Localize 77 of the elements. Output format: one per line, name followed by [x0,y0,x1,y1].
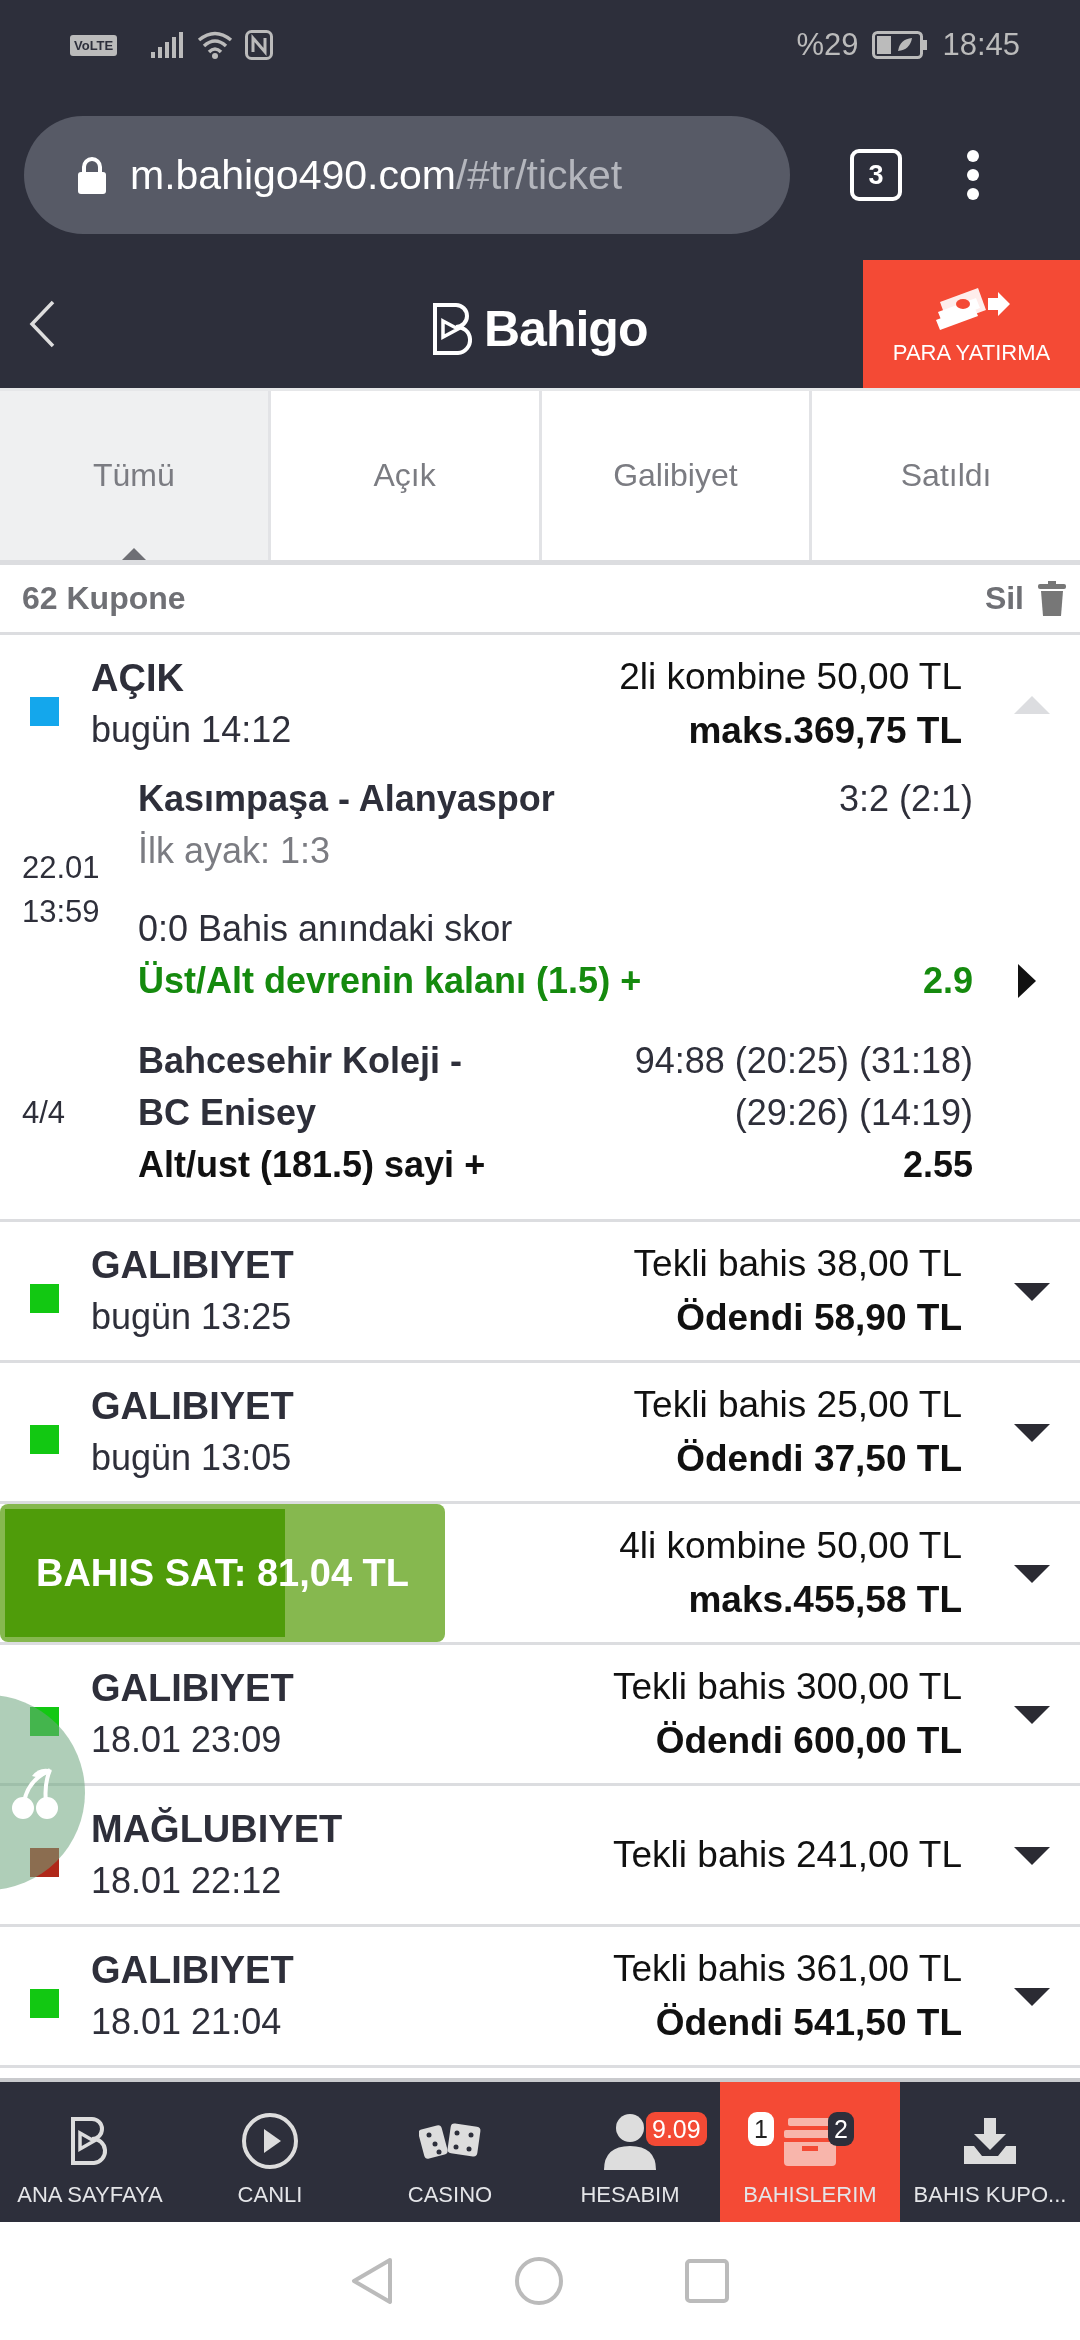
battery-icon [872,31,929,59]
tab-count-button[interactable]: 3 [850,149,902,201]
ticket-payout: Ödendi 600,00 TL [655,1719,962,1763]
nav-tab[interactable]: 9.09 HESABIM [540,2082,720,2222]
trash-icon [1038,580,1066,617]
first-leg-note: İlk ayak: 1:3 [138,829,332,873]
clock: 18:45 [942,27,1020,63]
caret-icon[interactable] [1014,1704,1050,1724]
ticket-payout: Ödendi 58,90 TL [676,1296,962,1340]
ticket-stake: Tekli bahis 361,00 TL [613,1947,962,1991]
back-icon[interactable] [28,299,56,349]
balance-badge: 9.09 [646,2112,707,2146]
address-bar[interactable]: m.bahigo490.com/#tr/ticket [24,116,790,234]
odds-value: 2.55 [902,1143,973,1187]
match-teams: Bahcesehir Koleji - BC Enisey [138,1039,464,1135]
ticket-payout: maks.369,75 TL [688,709,962,753]
ticket-payout: Ödendi 37,50 TL [676,1437,962,1481]
caret-icon[interactable] [1014,1422,1050,1442]
ticket-stake: 2li kombine 50,00 TL [619,655,962,699]
nav-tab[interactable]: ANA SAYFAYA [0,2082,180,2222]
caret-icon[interactable] [1014,1986,1050,2006]
bet-market: Üst/Alt devrenin kalanı (1.5) + [138,959,642,1003]
ticket-status: GALIBIYET [91,1384,294,1429]
play-arrow-icon[interactable] [1017,964,1036,998]
ticket-stake: Tekli bahis 25,00 TL [633,1383,962,1427]
match-teams: Kasımpaşa - Alanyaspor [138,777,555,821]
ticket-status: GALIBIYET [91,1243,294,1288]
ticket-stake: Tekli bahis 300,00 TL [613,1665,962,1709]
ticket-stake: Tekli bahis 38,00 TL [633,1242,962,1286]
ticket-status: MAĞLUBIYET [91,1806,343,1852]
nav-tab[interactable]: BAHIS KUPO... [900,2082,1080,2222]
ticket-date: bugün 13:05 [91,1436,293,1480]
nav-tab[interactable]: 1 2 BAHISLERIM [720,2082,900,2222]
delete-button[interactable]: Sil [984,580,1066,617]
nav-tab[interactable]: CANLI [180,2082,360,2222]
selection-time: 13:59 [22,893,101,931]
logo-icon [70,2116,110,2166]
signal-icon [151,32,186,58]
caret-icon[interactable] [1014,1281,1050,1301]
count-badge: 2 [828,2112,854,2146]
match-score: 94:88 (20:25) (31:18) (29:26) (14:19) [633,1039,973,1135]
selection-time: 22.01 [22,849,101,887]
logo-text: Bahigo [484,300,648,358]
url-text: m.bahigo490.com/#tr/ticket [130,151,623,199]
ticket-date: 18.01 23:09 [91,1718,283,1762]
wifi-icon [197,31,234,59]
filter-tab[interactable]: Tümü [0,391,268,560]
ticket-status: GALIBIYET [91,1948,294,1993]
deposit-button[interactable]: PARA YATIRMA [863,260,1080,388]
nav-tab[interactable]: CASINO [360,2082,540,2222]
ticket-date: 18.01 22:12 [91,1859,283,1903]
ticket-date: bugün 14:12 [91,708,292,752]
download-icon [962,2116,1018,2166]
ticket-status: AÇIK [91,656,185,701]
count-badge: 1 [748,2112,774,2146]
ticket-status: GALIBIYET [91,1666,294,1711]
nfc-icon [245,30,274,60]
ticket-payout: Ödendi 541,50 TL [655,2001,962,2045]
bet-market: Alt/ust (181.5) sayi + [138,1143,486,1187]
selection-time: 4/4 [22,1094,67,1132]
battery-percent: %29 [796,27,859,63]
sell-bet-button[interactable]: BAHIS SAT: 81,04 TL [0,1504,445,1642]
menu-icon[interactable] [966,149,980,201]
bet-time-score: 0:0 Bahis anındaki skor [138,907,514,951]
ticket-stake: 4li kombine 50,00 TL [619,1524,962,1568]
odds-value: 2.9 [922,959,973,1003]
ticket-payout: maks.455,58 TL [688,1578,962,1622]
lock-icon [76,155,108,195]
play-icon [241,2112,299,2170]
ticket-stake: Tekli bahis 241,00 TL [613,1833,962,1877]
ticket-date: bugün 13:25 [91,1295,293,1339]
match-score: 3:2 (2:1) [838,777,973,821]
volte-icon: VoLTE [70,34,118,56]
caret-icon[interactable] [1014,1845,1050,1865]
caret-icon[interactable] [1014,1563,1050,1583]
ticket-date: 18.01 21:04 [91,2000,283,2044]
coupon-count: 62 Kupone [22,580,186,617]
